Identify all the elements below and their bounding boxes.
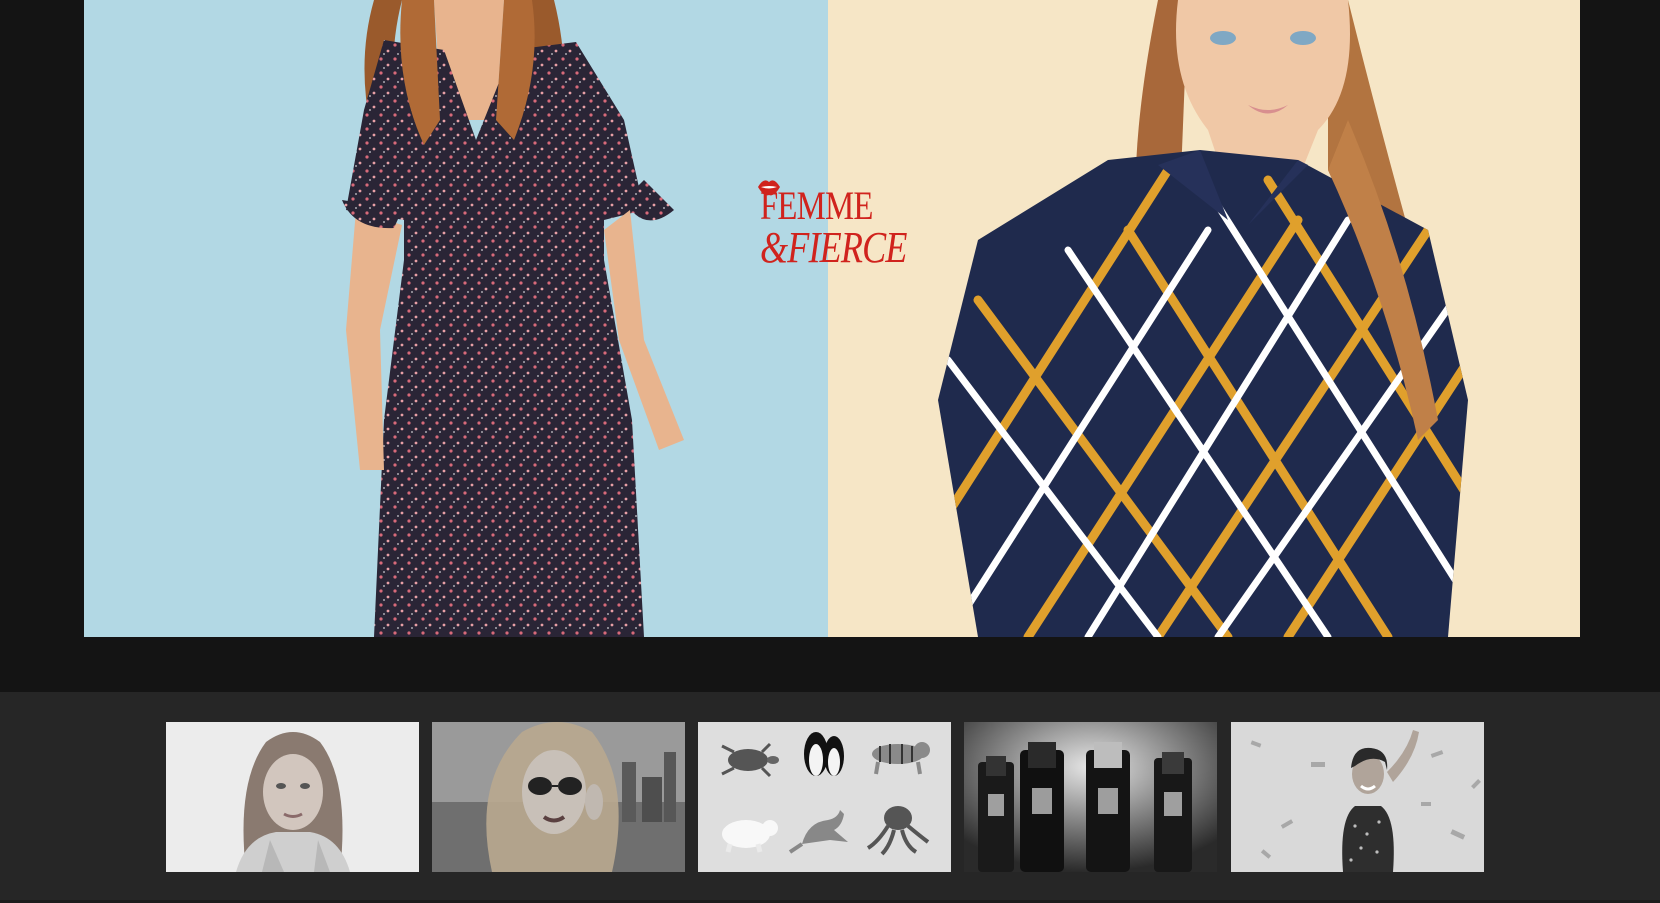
portrait-sunglasses-photo-icon xyxy=(432,722,685,872)
brand-logo: FEMME &FIERCE xyxy=(756,176,916,272)
portrait-sweater-photo-icon xyxy=(166,722,419,872)
wine-bottles-photo-icon xyxy=(964,722,1217,872)
lips-icon xyxy=(758,180,780,196)
brand-logo-line2: &FIERCE xyxy=(760,223,907,272)
page: FEMME &FIERCE xyxy=(0,0,1660,903)
hero-slide[interactable]: FEMME &FIERCE xyxy=(84,0,1580,637)
thumbnail-strip xyxy=(0,692,1660,903)
portrait-confetti-photo-icon xyxy=(1231,722,1484,872)
thumbnail-2[interactable] xyxy=(432,722,685,872)
dress-model-illustration xyxy=(342,0,684,637)
animals-illustration-icon xyxy=(698,722,951,872)
thumbnail-4[interactable] xyxy=(964,722,1217,872)
hero-right-photo xyxy=(828,0,1580,637)
blouse-model-illustration xyxy=(938,0,1468,637)
thumbnail-3[interactable] xyxy=(698,722,951,872)
thumbnail-1[interactable] xyxy=(166,722,419,872)
hero-left-photo xyxy=(84,0,828,637)
thumbnail-5[interactable] xyxy=(1231,722,1484,872)
